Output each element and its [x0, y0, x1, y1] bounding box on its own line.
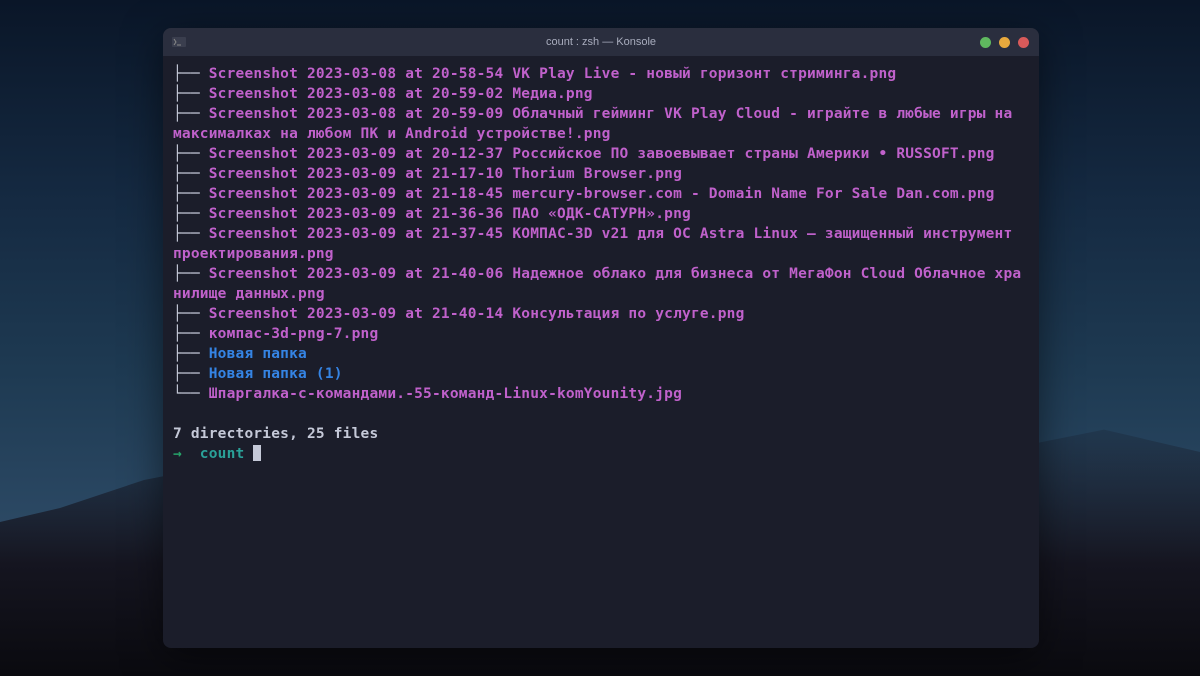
tree-branch-icon: ├──	[173, 86, 209, 102]
tree-file: ├── Screenshot 2023-03-09 at 21-18-45 me…	[173, 184, 1029, 204]
tree-file: ├── Screenshot 2023-03-09 at 21-40-06 На…	[173, 264, 1029, 304]
tree-file: ├── Screenshot 2023-03-08 at 20-58-54 VK…	[173, 64, 1029, 84]
tree-branch-icon: ├──	[173, 226, 209, 242]
minimize-button[interactable]	[980, 37, 991, 48]
tree-file: ├── Screenshot 2023-03-08 at 20-59-02 Ме…	[173, 84, 1029, 104]
prompt-arrow: →	[173, 446, 191, 462]
tree-branch-icon: └──	[173, 386, 209, 402]
tree-file: ├── Screenshot 2023-03-09 at 21-17-10 Th…	[173, 164, 1029, 184]
tree-branch-icon: ├──	[173, 326, 209, 342]
file-name: Screenshot 2023-03-08 at 20-59-02 Медиа.…	[209, 86, 593, 102]
file-name: компас-3d-png-7.png	[209, 326, 379, 342]
terminal-content[interactable]: ├── Screenshot 2023-03-08 at 20-58-54 VK…	[163, 56, 1039, 648]
prompt-cwd: count	[191, 446, 254, 462]
file-name: Screenshot 2023-03-09 at 21-40-14 Консул…	[209, 306, 745, 322]
file-name: Screenshot 2023-03-08 at 20-59-09 Облачн…	[173, 106, 1021, 142]
file-name: Screenshot 2023-03-09 at 21-40-06 Надежн…	[173, 266, 1021, 302]
terminal-window: count : zsh — Konsole ├── Screenshot 202…	[163, 28, 1039, 648]
tree-file: ├── Screenshot 2023-03-09 at 21-37-45 КО…	[173, 224, 1029, 264]
tree-file: ├── Screenshot 2023-03-09 at 21-36-36 ПА…	[173, 204, 1029, 224]
tree-file: ├── Screenshot 2023-03-09 at 20-12-37 Ро…	[173, 144, 1029, 164]
window-title: count : zsh — Konsole	[546, 36, 656, 48]
tree-branch-icon: ├──	[173, 186, 209, 202]
file-name: Screenshot 2023-03-09 at 21-36-36 ПАО «О…	[209, 206, 691, 222]
tree-branch-icon: ├──	[173, 266, 209, 282]
tree-file: └── Шпаргалка-с-командами.-55-команд-Lin…	[173, 384, 1029, 404]
summary-line: 7 directories, 25 files	[173, 424, 1029, 444]
file-name: Screenshot 2023-03-09 at 20-12-37 Россий…	[209, 146, 995, 162]
file-name: Шпаргалка-с-командами.-55-команд-Linux-k…	[209, 386, 682, 402]
blank-line	[173, 404, 1029, 424]
tree-file: ├── Screenshot 2023-03-09 at 21-40-14 Ко…	[173, 304, 1029, 324]
tree-branch-icon: ├──	[173, 366, 209, 382]
tree-branch-icon: ├──	[173, 206, 209, 222]
tree-branch-icon: ├──	[173, 146, 209, 162]
cursor	[253, 445, 261, 461]
tree-directory: ├── Новая папка	[173, 344, 1029, 364]
file-name: Screenshot 2023-03-09 at 21-37-45 КОМПАС…	[173, 226, 1021, 262]
file-name: Screenshot 2023-03-09 at 21-17-10 Thoriu…	[209, 166, 682, 182]
window-controls	[980, 37, 1029, 48]
directory-name: Новая папка	[209, 346, 307, 362]
app-icon	[171, 36, 187, 48]
tree-branch-icon: ├──	[173, 306, 209, 322]
tree-output: ├── Screenshot 2023-03-08 at 20-58-54 VK…	[173, 64, 1029, 404]
tree-file: ├── компас-3d-png-7.png	[173, 324, 1029, 344]
window-titlebar[interactable]: count : zsh — Konsole	[163, 28, 1039, 56]
tree-branch-icon: ├──	[173, 106, 209, 122]
prompt-line: → count	[173, 444, 1029, 464]
file-name: Screenshot 2023-03-08 at 20-58-54 VK Pla…	[209, 66, 897, 82]
tree-directory: ├── Новая папка (1)	[173, 364, 1029, 384]
directory-name: Новая папка (1)	[209, 366, 343, 382]
tree-file: ├── Screenshot 2023-03-08 at 20-59-09 Об…	[173, 104, 1029, 144]
close-button[interactable]	[1018, 37, 1029, 48]
maximize-button[interactable]	[999, 37, 1010, 48]
tree-branch-icon: ├──	[173, 66, 209, 82]
tree-branch-icon: ├──	[173, 166, 209, 182]
tree-branch-icon: ├──	[173, 346, 209, 362]
file-name: Screenshot 2023-03-09 at 21-18-45 mercur…	[209, 186, 995, 202]
